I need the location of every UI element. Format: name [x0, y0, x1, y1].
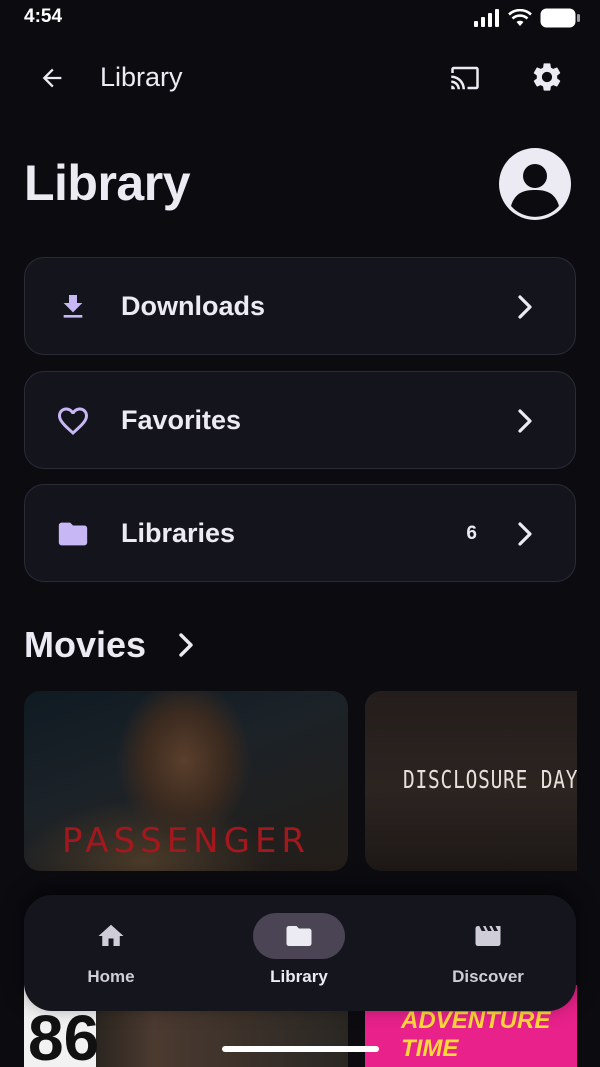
cast-button[interactable]	[444, 58, 486, 98]
poster-title: ADVENTURE TIME	[401, 1007, 551, 1062]
libraries-count: 6	[466, 523, 477, 544]
poster-title: DISCLOSURE DAY	[403, 765, 577, 794]
nav-item-home[interactable]: Home	[36, 911, 186, 997]
chevron-right-icon	[511, 407, 539, 435]
heart-icon	[53, 401, 93, 441]
avatar[interactable]	[499, 148, 571, 220]
libraries-label: Libraries	[121, 518, 236, 548]
favorites-label: Favorites	[121, 405, 242, 435]
library-screen: 4:54 Library Library Downloads Favorites…	[0, 0, 600, 1067]
download-icon	[53, 287, 93, 327]
cast-icon	[451, 66, 479, 90]
signal-icon	[474, 9, 499, 27]
home-icon	[65, 913, 157, 959]
page-title: Library	[24, 155, 191, 211]
nav-label-library: Library	[270, 967, 328, 986]
nav-item-discover[interactable]: Discover	[413, 911, 563, 997]
user-icon	[511, 164, 559, 217]
movie-poster[interactable]: PASSENGER	[24, 691, 348, 871]
nav-label-home: Home	[87, 967, 135, 986]
settings-button[interactable]	[526, 56, 568, 98]
status-bar: 4:54	[0, 0, 600, 36]
folder-icon	[253, 913, 345, 959]
downloads-label: Downloads	[121, 291, 266, 321]
nav-label-discover: Discover	[452, 967, 524, 986]
back-button[interactable]	[32, 58, 72, 98]
favorites-item[interactable]: Favorites	[24, 371, 576, 469]
downloads-item[interactable]: Downloads	[24, 257, 576, 355]
folder-icon	[53, 514, 93, 554]
app-bar-title: Library	[100, 62, 183, 92]
chevron-right-icon	[511, 293, 539, 321]
wifi-icon	[508, 9, 532, 26]
status-icons	[474, 8, 580, 28]
battery-icon	[540, 8, 580, 28]
app-bar: Library	[0, 50, 600, 106]
poster-title: PASSENGER	[61, 821, 311, 861]
movies-section-title[interactable]: Movies	[24, 624, 146, 666]
libraries-item[interactable]: Libraries 6	[24, 484, 576, 582]
status-time: 4:54	[24, 6, 63, 27]
gear-icon	[533, 63, 561, 91]
nav-item-library[interactable]: Library	[224, 911, 374, 997]
arrow-left-icon	[42, 68, 62, 88]
chevron-right-icon[interactable]	[172, 630, 200, 660]
clapperboard-icon	[442, 913, 534, 959]
movie-poster[interactable]: DISCLOSURE DAY	[365, 691, 577, 871]
home-indicator[interactable]	[222, 1046, 379, 1052]
bottom-navigation: Home Library Discover	[24, 895, 576, 1011]
chevron-right-icon	[511, 520, 539, 548]
